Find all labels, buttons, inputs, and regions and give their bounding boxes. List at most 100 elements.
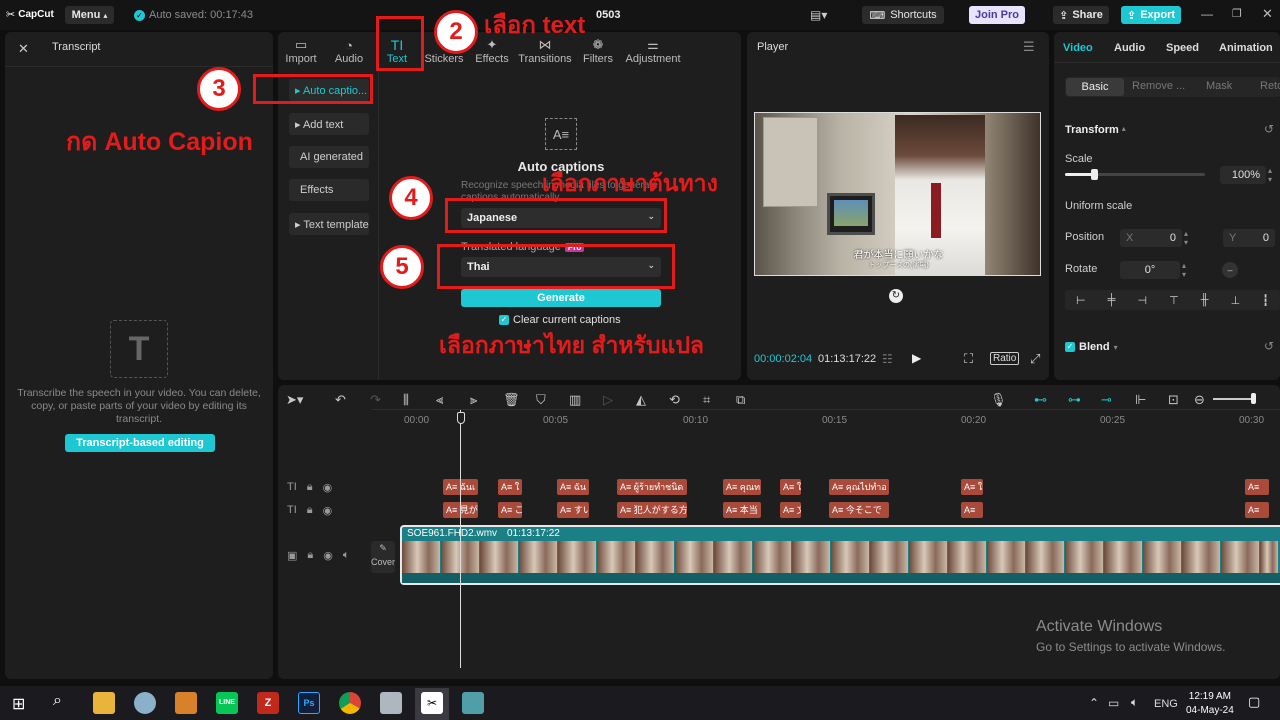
tab-filters[interactable]: ❁ Filters	[582, 30, 614, 72]
playhead[interactable]	[460, 410, 461, 668]
caption-clip[interactable]: A≡ 本当	[723, 502, 761, 518]
caption-clip[interactable]: A≡ 犯人がする方	[617, 502, 687, 518]
minimize-icon[interactable]: —	[1201, 7, 1213, 21]
position-x-input[interactable]: X 0	[1120, 229, 1182, 247]
filezilla-icon[interactable]: Z	[257, 692, 279, 714]
tab-import[interactable]: ▭ Import	[283, 30, 319, 72]
eye-icon[interactable]: ◉	[323, 504, 333, 517]
select-cursor-icon[interactable]: ➤▾	[286, 392, 303, 408]
play-circle-icon[interactable]: ▷	[603, 392, 613, 408]
language-indicator[interactable]: ENG	[1154, 698, 1178, 710]
sidebar-item-effects[interactable]: Effects	[289, 179, 369, 201]
scale-stepper-icon[interactable]: ▴ ▾	[1268, 166, 1272, 184]
caption-clip[interactable]: A≡ こ	[498, 502, 522, 518]
lock-icon[interactable]: 🔒︎	[307, 481, 313, 494]
tab-audio-properties[interactable]: Audio	[1114, 42, 1145, 54]
scale-slider[interactable]	[1065, 169, 1205, 180]
transcript-editing-button[interactable]: Transcript-based editing	[65, 434, 215, 452]
caption-clip[interactable]: A≡ 文	[780, 502, 801, 518]
split-right-icon[interactable]: ⫸	[470, 392, 477, 408]
volume-icon[interactable]: 🔈︎	[1131, 695, 1138, 710]
caption-icon[interactable]: ⊡	[1168, 392, 1179, 408]
fit-screen-icon[interactable]: ⛶	[964, 351, 973, 367]
subtab-remove[interactable]: Remove ...	[1132, 80, 1185, 92]
distribute-icon[interactable]: ┇	[1262, 294, 1269, 307]
freeze-icon[interactable]: ▥	[569, 392, 581, 408]
position-y-input[interactable]: Y 0	[1223, 229, 1275, 247]
caption-clip[interactable]: A≡ ใ	[780, 479, 801, 495]
mirror-icon[interactable]: ◭	[636, 392, 646, 408]
caption-clip[interactable]: A≡ คุณท	[723, 479, 761, 495]
caption-clip[interactable]: A≡ ใ	[961, 479, 983, 495]
clock[interactable]: 12:19 AM 04-May-24	[1186, 690, 1234, 718]
tray-chevron-icon[interactable]: ⌃	[1089, 696, 1099, 710]
auto-snap-icon[interactable]: ⊶	[1068, 392, 1081, 408]
main-track-magnet-icon[interactable]: ⊷	[1034, 392, 1047, 408]
caption-clip[interactable]: A≡ 今そこで	[829, 502, 889, 518]
ratio-button[interactable]: Ratio	[990, 352, 1020, 365]
rotate-dial-icon[interactable]: –	[1222, 262, 1238, 278]
clear-captions-checkbox[interactable]: ✓ Clear current captions	[499, 314, 621, 326]
playhead-handle[interactable]	[457, 412, 465, 424]
tab-video[interactable]: Video	[1063, 42, 1093, 54]
tab-adjustment[interactable]: ⚌ Adjustment	[624, 30, 682, 72]
close-window-icon[interactable]: ✕	[1262, 6, 1273, 22]
zoom-slider[interactable]	[1213, 398, 1255, 400]
fullscreen-icon[interactable]: ⤢	[1030, 351, 1040, 367]
scale-input[interactable]: 100%	[1220, 166, 1266, 184]
cover-button[interactable]: ✎ Cover	[371, 541, 395, 573]
caption-clip[interactable]: A≡	[961, 502, 983, 518]
caption-clip[interactable]: A≡ すい	[557, 502, 589, 518]
caption-clip[interactable]: A≡ คุณไปทำอ	[829, 479, 889, 495]
sidebar-item-text-template[interactable]: ▸ Text template	[289, 213, 369, 235]
zoom-slider-handle[interactable]	[1251, 393, 1256, 404]
browser-alt-icon[interactable]	[134, 692, 156, 714]
align-top-icon[interactable]: ⊤	[1169, 294, 1179, 307]
microphone-icon[interactable]: 🎙	[990, 392, 1007, 408]
undo-icon[interactable]: ↶	[335, 392, 346, 408]
project-name[interactable]: 0503	[596, 9, 620, 21]
rotate-clip-icon[interactable]: ⟲	[669, 392, 680, 408]
lock-icon[interactable]: 🔒︎	[307, 504, 313, 517]
caption-clip[interactable]: A≡ ฉัน	[557, 479, 589, 495]
subtab-mask[interactable]: Mask	[1206, 80, 1232, 92]
line-app-icon[interactable]: LINE	[216, 692, 238, 714]
subtab-basic[interactable]: Basic	[1066, 78, 1124, 96]
notification-icon[interactable]: ▢	[1248, 694, 1260, 710]
layout-icon[interactable]: ▤▾	[810, 8, 827, 22]
hamburger-menu-icon[interactable]: ☰	[1023, 39, 1035, 55]
eye-icon[interactable]: ◉	[323, 481, 333, 494]
restore-icon[interactable]: ❐	[1232, 7, 1242, 20]
sidebar-item-add-text[interactable]: ▸ Add text	[289, 113, 369, 135]
zoom-out-icon[interactable]: ⊖	[1194, 392, 1205, 408]
position-x-stepper-icon[interactable]: ▴ ▾	[1184, 229, 1188, 247]
auto-reframe-icon[interactable]: ⧉	[736, 392, 745, 408]
share-button[interactable]: ⇪ Share	[1053, 6, 1109, 24]
eye-icon[interactable]: ◉	[323, 549, 333, 562]
sublime-icon[interactable]	[175, 692, 197, 714]
play-icon[interactable]: ▶	[912, 351, 921, 365]
align-bottom-icon[interactable]: ⊥	[1231, 294, 1241, 307]
caption-clip[interactable]: A≡ ผู้ร้ายทำชนิด	[617, 479, 687, 495]
tab-audio[interactable]: ◔ Audio	[332, 30, 366, 72]
split-left-icon[interactable]: ⫷	[436, 392, 443, 408]
generate-button[interactable]: Generate	[461, 289, 661, 307]
photoshop-icon[interactable]: Ps	[298, 692, 320, 714]
reset-blend-icon[interactable]: ↺	[1264, 339, 1274, 353]
tab-animation[interactable]: Animation	[1219, 42, 1273, 54]
sidebar-item-ai-generated[interactable]: AI generated	[289, 146, 369, 168]
rotate-input[interactable]: 0°	[1120, 261, 1180, 279]
align-center-v-icon[interactable]: ╫	[1201, 294, 1209, 306]
crop-icon[interactable]: ⌗	[703, 392, 710, 408]
redo-icon[interactable]: ↷	[370, 392, 381, 408]
align-right-icon[interactable]: ⊣	[1138, 294, 1148, 307]
lock-icon[interactable]: 🔒︎	[307, 549, 313, 562]
network-icon[interactable]: ▭	[1108, 696, 1119, 710]
chrome-icon[interactable]	[339, 692, 361, 714]
caption-clip[interactable]: A≡	[1245, 502, 1269, 518]
align-center-h-icon[interactable]: ╪	[1108, 294, 1116, 306]
tab-speed[interactable]: Speed	[1166, 42, 1199, 54]
caption-clip[interactable]: A≡	[1245, 479, 1269, 495]
scale-slider-handle[interactable]	[1091, 169, 1099, 180]
linkage-icon[interactable]: ⊸	[1101, 392, 1112, 408]
